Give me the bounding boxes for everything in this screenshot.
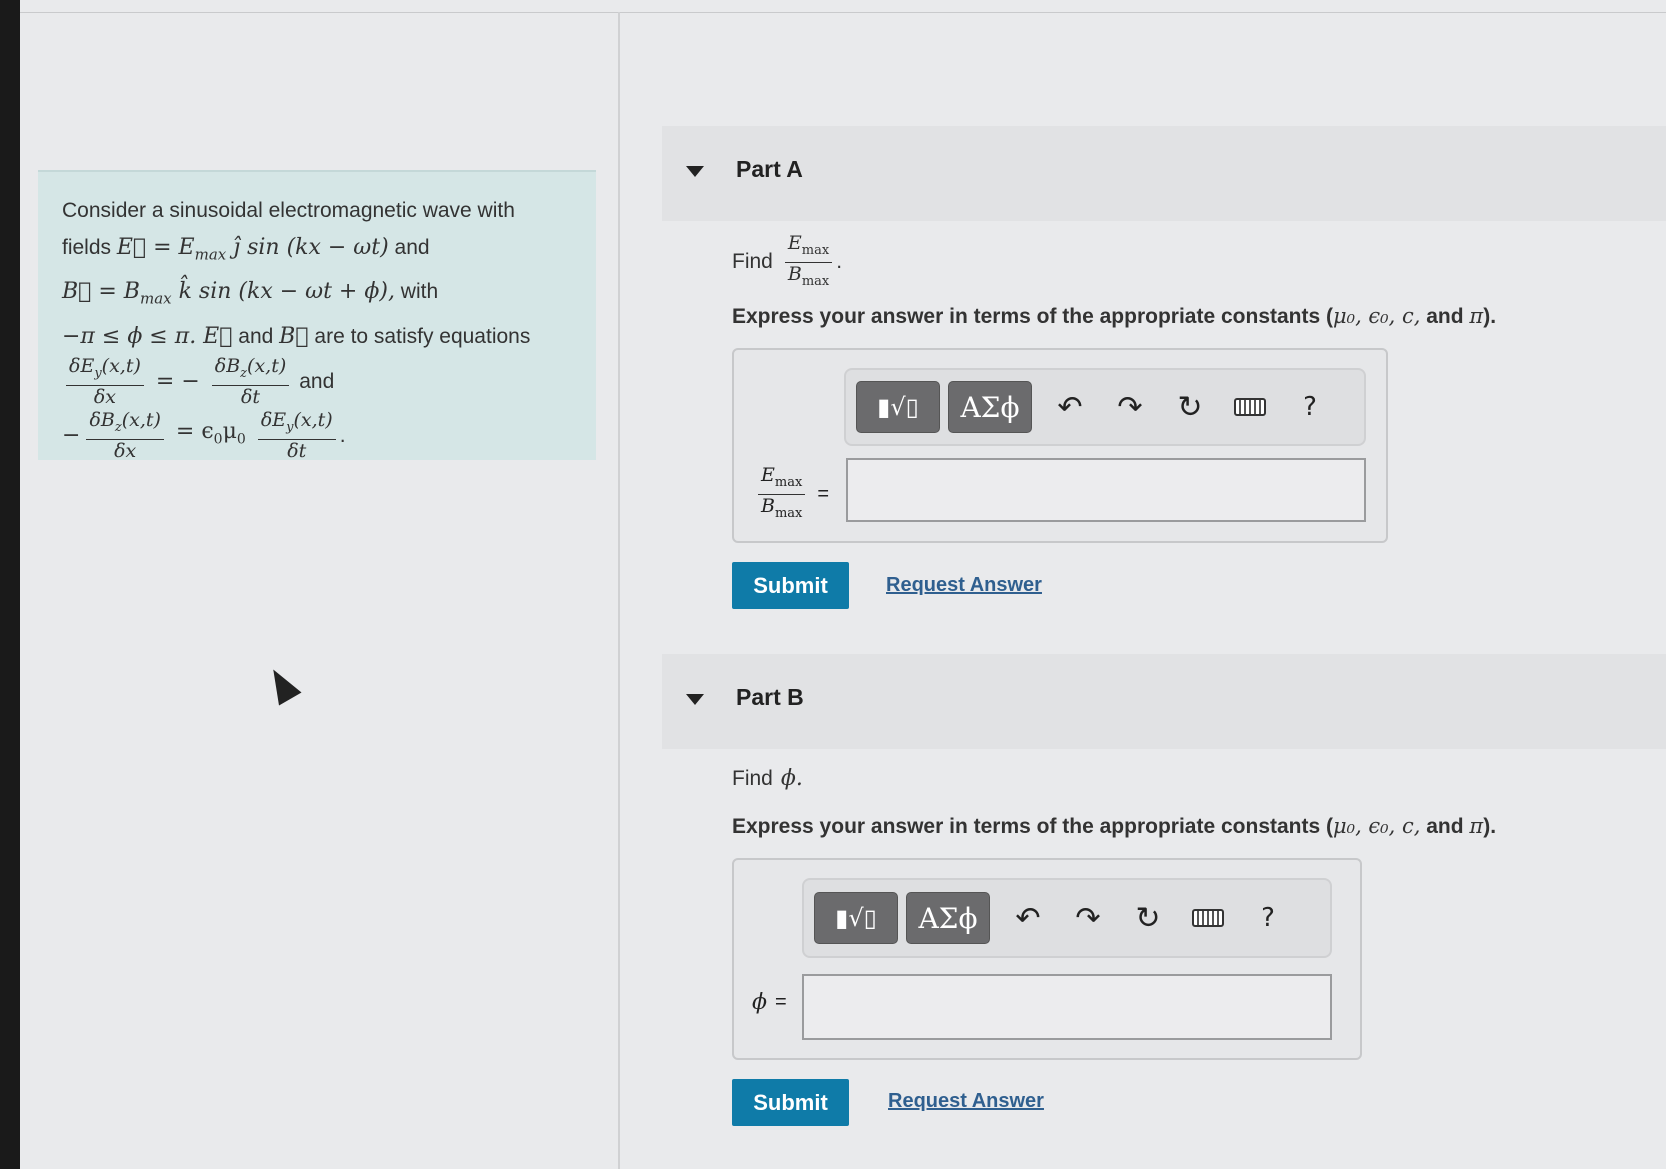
equation-1: δEy(x,t) δx = − δBz(x,t) δt and — [62, 355, 572, 409]
keyboard-icon[interactable] — [1220, 381, 1280, 433]
part-a-find: Find Emax Bmax . — [732, 232, 842, 293]
part-a-find-period: . — [836, 250, 843, 274]
part-b-title: Part B — [736, 684, 804, 710]
part-b-math-toolbar: ▮√▯ ΑΣϕ ↶ ↷ ↻ ? — [802, 878, 1332, 958]
help-icon[interactable]: ? — [1238, 892, 1298, 944]
intro-with: with — [400, 280, 439, 304]
part-a-title: Part A — [736, 156, 803, 182]
redo-icon[interactable]: ↷ — [1100, 381, 1160, 433]
eq1-and: and — [299, 370, 335, 394]
problem-statement: Consider a sinusoidal electromagnetic wa… — [38, 170, 596, 463]
eq2-relation: = ϵ0μ0 — [175, 419, 246, 448]
eq2-fraction-right: δEy(x,t) δt — [257, 409, 336, 463]
part-b-submit-button[interactable]: Submit — [732, 1079, 849, 1126]
collapse-triangle-icon[interactable] — [686, 166, 704, 177]
b-vector: B⃗ — [279, 323, 309, 349]
collapse-triangle-icon[interactable] — [686, 694, 704, 705]
part-b-equals: = — [775, 991, 787, 1013]
greek-icon[interactable]: ΑΣϕ — [948, 381, 1032, 433]
part-b-find: Find ϕ. — [732, 766, 803, 791]
part-b-find-var: ϕ. — [780, 766, 803, 791]
eq1-fraction-right: δBz(x,t) δt — [211, 355, 290, 409]
part-a-math-toolbar: ▮√▯ ΑΣϕ ↶ ↷ ↻ ? — [844, 368, 1366, 446]
intro-text-1: Consider a sinusoidal electromagnetic wa… — [62, 199, 515, 222]
undo-icon[interactable]: ↶ — [998, 892, 1058, 944]
part-a-request-answer-link[interactable]: Request Answer — [886, 574, 1042, 597]
part-b-find-label: Find — [732, 766, 773, 790]
phi-range: −π ≤ ϕ ≤ π. E⃗ — [62, 323, 233, 349]
part-a-header[interactable]: Part A — [662, 126, 1666, 221]
part-a-lhs: Emax Bmax = — [754, 464, 829, 525]
part-b-header[interactable]: Part B — [662, 654, 1666, 749]
part-b-lhs-var: ϕ — [752, 990, 767, 1015]
part-a-answer-input[interactable] — [846, 458, 1366, 522]
intro-and-2: and — [238, 324, 274, 348]
part-b-instructions: Express your answer in terms of the appr… — [732, 814, 1497, 838]
part-a-answer-box: ▮√▯ ΑΣϕ ↶ ↷ ↻ ? Emax Bmax = — [732, 348, 1388, 543]
intro-line-4: −π ≤ ϕ ≤ π. E⃗ and B⃗ are to satisfy equ… — [62, 318, 572, 355]
redo-icon[interactable]: ↷ — [1058, 892, 1118, 944]
part-a-find-label: Find — [732, 250, 773, 274]
e-field-eq: E⃗ = Emax ĵ sin (kx − ωt) — [116, 235, 389, 264]
intro-and-1: and — [394, 236, 430, 259]
part-a-lhs-fraction: Emax Bmax — [758, 464, 806, 525]
top-border — [20, 12, 1666, 13]
part-a-submit-button[interactable]: Submit — [732, 562, 849, 609]
eq1-relation: = − — [155, 369, 200, 395]
screen-edge — [0, 0, 20, 1169]
part-b-answer-box: ▮√▯ ΑΣϕ ↶ ↷ ↻ ? ϕ = — [732, 858, 1362, 1060]
b-field-eq: B⃗ = Bmax k̂ sin (kx − ωt + ϕ), — [62, 279, 395, 308]
intro-line-2: fields E⃗ = Emax ĵ sin (kx − ωt) and — [62, 229, 572, 273]
eq2-minus: − — [62, 423, 81, 449]
equation-2: − δBz(x,t) δx = ϵ0μ0 δEy(x,t) δt . — [62, 409, 572, 463]
mouse-cursor-icon — [262, 663, 302, 706]
intro-text-4: are to satisfy equations — [314, 324, 531, 348]
column-divider — [618, 12, 620, 1169]
intro-line-3: B⃗ = Bmax k̂ sin (kx − ωt + ϕ), with — [62, 273, 572, 317]
part-b-request-answer-link[interactable]: Request Answer — [888, 1090, 1044, 1113]
reset-icon[interactable]: ↻ — [1118, 892, 1178, 944]
keyboard-glyph — [1234, 398, 1266, 416]
intro-text-2: fields — [62, 236, 112, 259]
keyboard-icon[interactable] — [1178, 892, 1238, 944]
reset-icon[interactable]: ↻ — [1160, 381, 1220, 433]
part-a-equals: = — [817, 482, 830, 505]
part-a-instructions: Express your answer in terms of the appr… — [732, 304, 1497, 328]
eq2-fraction-left: δBz(x,t) δx — [86, 409, 164, 463]
template-icon[interactable]: ▮√▯ — [814, 892, 898, 944]
part-b-lhs: ϕ = — [752, 990, 787, 1015]
keyboard-glyph — [1192, 909, 1224, 927]
eq2-period: . — [339, 424, 346, 448]
greek-icon[interactable]: ΑΣϕ — [906, 892, 990, 944]
eq1-fraction-left: δEy(x,t) δx — [66, 355, 144, 409]
template-icon[interactable]: ▮√▯ — [856, 381, 940, 433]
part-b-answer-input[interactable] — [802, 974, 1332, 1040]
help-icon[interactable]: ? — [1280, 381, 1340, 433]
part-a-find-fraction: Emax Bmax — [784, 232, 833, 293]
intro-line-1: Consider a sinusoidal electromagnetic wa… — [62, 192, 572, 229]
undo-icon[interactable]: ↶ — [1040, 381, 1100, 433]
